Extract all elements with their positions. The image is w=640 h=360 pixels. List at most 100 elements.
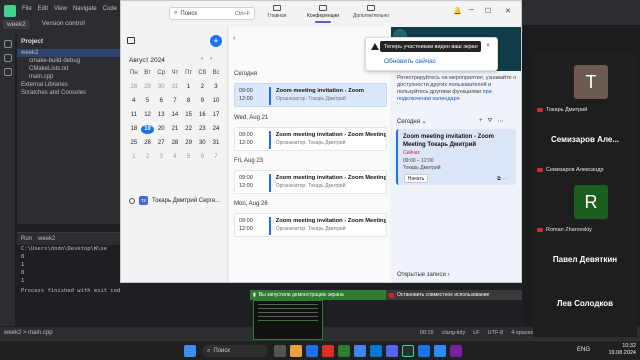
agenda-back-icon[interactable]: ‹	[233, 35, 235, 42]
mini-calendar-day[interactable]: 1	[182, 83, 196, 92]
participant-tile[interactable]: Семизаров Але... Семизаров Александр	[533, 113, 637, 173]
mini-calendar-day[interactable]: 2	[141, 153, 155, 162]
new-event-button[interactable]: +	[210, 35, 222, 47]
mini-calendar-day[interactable]: 18	[127, 125, 141, 134]
toast-refresh-link[interactable]: Обновить сейчас	[384, 58, 436, 65]
tree-item[interactable]: CMakeLists.txt	[17, 65, 120, 73]
maximize-icon[interactable]: ☐	[485, 7, 491, 15]
close-icon[interactable]: ✕	[505, 7, 511, 15]
menu-item-file[interactable]: File	[22, 6, 32, 12]
tree-item[interactable]: week2	[17, 49, 120, 57]
agenda-event[interactable]: 09:00 12:00 Zoom meeting invitation - Zoom…	[234, 127, 387, 151]
participant-tile[interactable]: R Roman Zharovskiy	[533, 173, 637, 233]
mini-calendar-day[interactable]: 30	[195, 139, 209, 148]
mini-calendar-day[interactable]: 22	[182, 125, 196, 134]
mini-calendar-day[interactable]: 28	[168, 139, 182, 148]
mini-calendar-day[interactable]: 13	[154, 111, 168, 120]
mini-calendar-day[interactable]: 16	[195, 111, 209, 120]
clion-icon[interactable]	[402, 345, 414, 357]
copy-link-icon[interactable]: ⧉	[497, 176, 501, 182]
account-radio[interactable]	[129, 197, 135, 204]
project-switcher[interactable]: week2	[3, 20, 30, 29]
tree-item[interactable]: Scratches and Consoles	[17, 89, 120, 97]
status-widget[interactable]: 4 spaces	[511, 330, 533, 336]
agenda-event[interactable]: 09:00 12:00 Zoom meeting invitation - Zoom…	[234, 213, 387, 237]
mini-calendar-day[interactable]: 27	[154, 139, 168, 148]
tree-item[interactable]: cmake-build-debug	[17, 57, 120, 65]
today-selector[interactable]: Сегодня ⌄	[397, 118, 427, 125]
taskbar-search[interactable]: ⌕ Поиск	[202, 345, 268, 357]
next-month-icon[interactable]: ›	[210, 56, 212, 62]
app-icon-2[interactable]	[322, 345, 334, 357]
event-more-icon[interactable]: ⋯	[502, 176, 508, 182]
sidebar-toggle-icon[interactable]	[127, 37, 135, 44]
tree-item[interactable]: main.cpp	[17, 73, 120, 81]
structure-tool-icon[interactable]	[3, 54, 12, 62]
agenda-event[interactable]: 09:00 12:00 Zoom meeting invitation - Zoom…	[234, 170, 387, 194]
mini-calendar-day[interactable]: 25	[127, 139, 141, 148]
mini-calendar-day[interactable]: 6	[154, 97, 168, 106]
add-icon[interactable]: +	[479, 118, 483, 125]
run-tab[interactable]: week2	[38, 236, 55, 242]
mini-calendar-day[interactable]: 4	[168, 153, 182, 162]
mini-calendar-day[interactable]: 17	[209, 111, 223, 120]
mini-calendar-day[interactable]: 6	[195, 153, 209, 162]
mini-calendar-day[interactable]: 29	[182, 139, 196, 148]
search-input[interactable]: ⌕ Поиск Ctrl+F	[169, 7, 255, 20]
mini-calendar-day[interactable]: 28	[127, 83, 141, 92]
vcs-widget[interactable]: Version control	[42, 20, 85, 29]
mini-calendar-day[interactable]: 31	[168, 83, 182, 92]
menu-item-navigate[interactable]: Navigate	[73, 6, 97, 12]
calendar-account[interactable]: ТК Токарь Дмитрий Серге...	[129, 196, 220, 205]
open-records-link[interactable]: Открытые записи ›	[397, 272, 449, 278]
app-icon-5[interactable]	[450, 345, 462, 357]
mini-calendar-day[interactable]: 11	[127, 111, 141, 120]
chrome-icon[interactable]	[354, 345, 366, 357]
mini-calendar-day[interactable]: 5	[141, 97, 155, 106]
prev-month-icon[interactable]: ‹	[201, 56, 203, 62]
mini-calendar-day[interactable]: 19	[140, 125, 155, 134]
status-widget[interactable]: LF	[473, 330, 479, 336]
language-indicator[interactable]: ENG	[577, 347, 590, 353]
mini-calendar-day[interactable]: 10	[209, 97, 223, 106]
tab-meetings[interactable]: Конференции	[303, 5, 343, 23]
mini-calendar-day[interactable]: 1	[127, 153, 141, 162]
filter-icon[interactable]: ⛛	[488, 118, 493, 125]
file-explorer-icon[interactable]	[290, 345, 302, 357]
minimize-icon[interactable]: ─	[469, 7, 474, 14]
mini-calendar-day[interactable]: 20	[154, 125, 168, 134]
mini-calendar-day[interactable]: 2	[195, 83, 209, 92]
mini-calendar-day[interactable]: 3	[209, 83, 223, 92]
start-icon[interactable]	[184, 345, 196, 357]
menu-item-view[interactable]: View	[54, 6, 67, 12]
agenda-event[interactable]: 09:00 12:00 Zoom meeting invitation - Zoom…	[234, 83, 387, 107]
mini-calendar-day[interactable]: 7	[168, 97, 182, 106]
today-event-card[interactable]: Zoom meeting invitation - Zoom Meeting Т…	[396, 129, 516, 185]
mini-calendar-day[interactable]: 8	[182, 97, 196, 106]
app-icon-4[interactable]	[386, 345, 398, 357]
app-icon-1[interactable]	[306, 345, 318, 357]
tab-more[interactable]: Дополнительно	[351, 5, 391, 19]
participant-tile[interactable]: T Токарь Дмитрий	[533, 53, 637, 113]
mini-calendar-day[interactable]: 3	[154, 153, 168, 162]
mini-calendar-day[interactable]: 14	[168, 111, 182, 120]
mini-calendar-day[interactable]: 7	[209, 153, 223, 162]
mini-calendar-day[interactable]: 31	[209, 139, 223, 148]
mini-calendar-day[interactable]: 30	[154, 83, 168, 92]
more-tool-icon[interactable]	[3, 68, 12, 76]
mini-calendar-day[interactable]: 24	[209, 125, 223, 134]
app-icon-3[interactable]	[338, 345, 350, 357]
status-widget[interactable]: 00:15	[420, 330, 434, 336]
edge-icon[interactable]	[370, 345, 382, 357]
participant-tile[interactable]: Лев Солодков	[533, 277, 637, 337]
status-widget[interactable]: UTF-8	[488, 330, 504, 336]
mini-calendar-day[interactable]: 26	[141, 139, 155, 148]
menu-item-code[interactable]: Code	[103, 6, 117, 12]
mini-calendar-day[interactable]: 9	[195, 97, 209, 106]
stop-sharing-button[interactable]: Остановить совместное использование	[386, 290, 522, 300]
zoom-icon[interactable]	[434, 345, 446, 357]
start-meeting-button[interactable]: Начать	[404, 174, 428, 183]
status-widget[interactable]: clang-tidy	[442, 330, 466, 336]
breadcrumb[interactable]: week2 > main.cpp	[4, 330, 53, 336]
mini-calendar-day[interactable]: 4	[127, 97, 141, 106]
